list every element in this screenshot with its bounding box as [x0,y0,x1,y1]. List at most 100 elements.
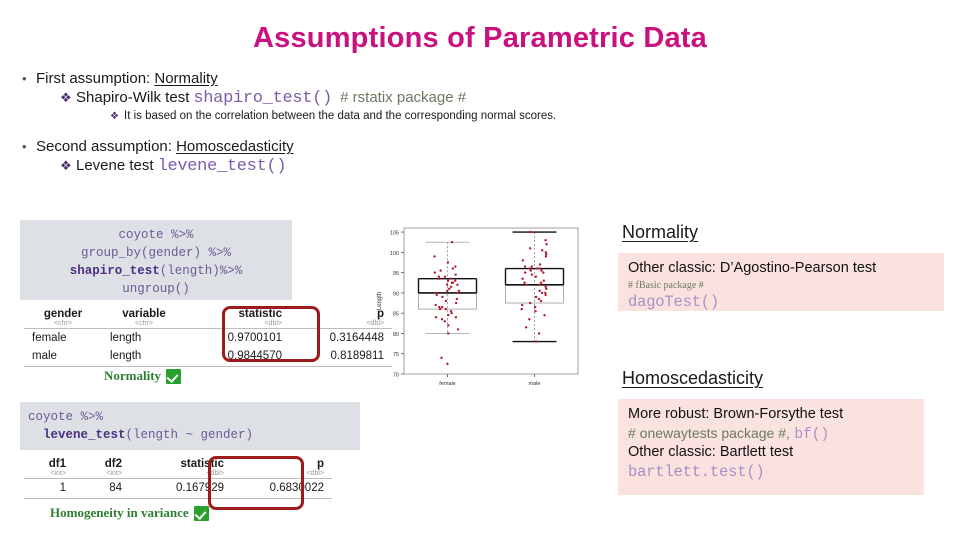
conclusion-homogeneity: Homogeneity in variance [50,505,209,521]
panel-normality-alternatives: Other classic: D’Agostino-Pearson test #… [618,253,944,311]
homosced-alt-fn: bf() [794,426,830,443]
data-point [437,275,440,278]
data-point [454,279,457,282]
data-point [455,297,459,301]
data-point [449,285,453,289]
th-statistic-type: <dbl> [264,320,282,327]
conclusion-homogeneity-label: Homogeneity in variance [50,505,189,520]
bullet-second-assumption: • Second assumption: Homoscedasticity [22,138,948,155]
check-mark-icon [193,505,209,521]
data-point [456,291,459,295]
data-point [544,238,547,242]
data-point [534,295,538,299]
y-tick-label: 75 [393,352,399,358]
data-point [542,279,546,282]
slide-root: Assumptions of Parametric Data • First a… [0,0,960,540]
data-point [537,297,541,301]
data-point [523,271,527,274]
data-point [454,265,457,268]
data-point [456,283,459,286]
cell-gender: female [32,332,67,344]
data-point [445,283,449,286]
data-point [441,295,444,299]
data-point [521,303,524,307]
data-point [535,340,538,343]
data-point [529,269,532,272]
th-df1-type: <int> [50,470,66,477]
data-point [446,289,449,293]
normality-alt-package: # fBasic package # [628,279,704,291]
cell-gender: male [32,350,57,362]
cell-df1: 1 [59,482,66,494]
bullet-first-assumption: • First assumption: Normality [22,70,948,87]
shapiro-lead: Shapiro-Wilk test [76,89,190,106]
data-point [529,230,532,234]
data-point [538,283,541,286]
data-point [539,299,543,303]
data-point [528,301,532,305]
homosced-alt-line2: Other classic: Bartlett test [628,443,794,460]
normality-alt-code: dagoTest() [628,292,720,311]
data-point [450,240,454,244]
data-point [533,305,537,309]
data-point [444,299,448,303]
cell-df2: 84 [109,482,122,494]
data-point [539,281,543,284]
y-tick-label: 90 [393,291,399,297]
data-point [454,273,457,276]
data-point [520,307,523,311]
data-point [438,307,442,311]
th-gender-type: <chr> [54,320,72,327]
code-shapiro-line1: coyote %>% [118,228,194,242]
cell-variable: length [110,332,142,344]
data-point [528,318,531,321]
conclusion-normality-label: Normality [104,368,162,383]
th-df1: df1 <int> [24,456,74,477]
th-statistic: statistic <dbl> [186,306,290,327]
levene-lead: Levene test [76,157,154,174]
th-df2-type: <int> [106,470,122,477]
y-tick-label: 95 [393,271,399,277]
data-point [449,309,453,313]
first-assumption-term: Normality [154,70,218,87]
th-variable-type: <chr> [135,320,153,327]
data-point [537,332,541,335]
cell-statistic: 0.9844570 [227,350,282,362]
data-point [435,293,438,297]
right-heading-homoscedasticity: Homoscedasticity [622,368,764,388]
homosced-alt-pkg-row: # onewaytests package #, bf() [628,425,914,443]
data-point [541,249,544,252]
result-table-levene: df1 <int> df2 <int> statistic <dbl> p <d… [24,456,332,499]
second-assumption-term: Homoscedasticity [176,138,294,155]
shapiro-package-note: # rstatix package # [340,89,467,106]
data-point [440,356,443,359]
code-levene-line2: (length ~ gender) [125,428,254,443]
y-tick-label: 80 [393,332,399,338]
y-tick-label: 85 [393,312,399,318]
data-point [440,305,444,309]
data-point [434,316,438,319]
data-point [523,281,526,284]
bullet-list: • First assumption: Normality ❖ Shapiro-… [18,70,948,178]
data-point [447,324,450,327]
homosced-alt-package: # onewaytests package #, [628,424,790,441]
data-point [523,265,527,268]
cell-statistic: 0.167929 [176,482,224,494]
th-df2: df2 <int> [74,456,130,477]
code-block-shapiro: coyote %>% group_by(gender) %>% shapiro_… [20,220,292,300]
data-point [454,316,458,319]
data-point [530,265,534,268]
data-point [454,301,458,305]
diamond-bullet-small-icon: ❖ [110,111,119,122]
th-p-type: <dbl> [306,470,324,477]
data-point [443,320,446,323]
data-point [434,303,437,307]
data-point [451,281,455,284]
bullet-levene: ❖ Levene test levene_test() [60,157,948,176]
cell-variable: length [110,350,142,362]
cell-statistic: 0.9700101 [227,332,282,344]
y-tick-label: 70 [393,373,399,379]
th-statistic: statistic <dbl> [130,456,232,477]
data-point [447,313,450,317]
data-point [529,247,532,250]
